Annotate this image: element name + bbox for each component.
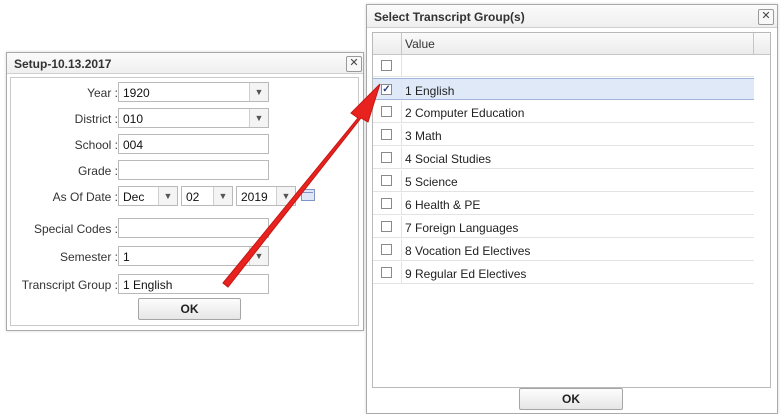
annotation-arrow-shape	[222, 83, 381, 288]
annotation-arrow	[222, 83, 381, 288]
